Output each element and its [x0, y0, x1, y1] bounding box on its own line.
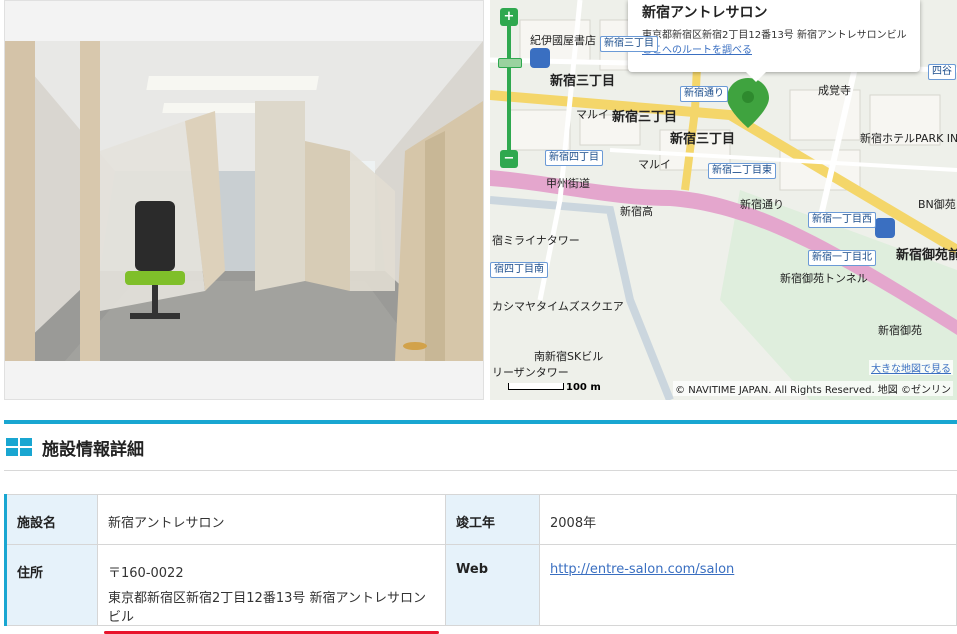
- map-label-yotsuya: 四谷: [928, 64, 956, 80]
- map-label-kashima: カシマヤタイムズスクエア: [492, 300, 624, 313]
- map-label-park-inn: 新宿ホテルPARK INN: [860, 132, 957, 145]
- map-label-seikaku: 成覚寺: [818, 84, 851, 97]
- map-label-tunnel: 新宿御苑トンネル: [780, 272, 868, 285]
- facility-info-table: 施設名 新宿アントレサロン 竣工年 2008年 住所 〒160-0022 東京都…: [4, 494, 957, 634]
- grid-icon: [6, 438, 32, 456]
- name-value: 新宿アントレサロン: [97, 494, 446, 545]
- map-label-bn-gyoen: BN御苑: [918, 198, 956, 211]
- map-label-itchome-nishi: 新宿一丁目西: [808, 212, 876, 228]
- address-value: 東京都新宿区新宿2丁目12番13号 新宿アントレサロンビル: [108, 591, 426, 625]
- map-label-koshu: 甲州街道: [546, 177, 590, 190]
- address-line: 東京都新宿区新宿2丁目12番13号 新宿アントレサロンビル: [104, 587, 439, 634]
- map-label-southern-tower: リーザンタワー: [492, 366, 569, 379]
- map-label-sanchome3: 新宿三丁目: [670, 132, 736, 147]
- section-title: 施設情報詳細: [42, 440, 144, 460]
- route-link[interactable]: ここへのルートを調べる: [642, 41, 752, 56]
- map-label-shinjuku-doori2: 新宿通り: [740, 198, 784, 211]
- map-label-nichome-higashi: 新宿二丁目東: [708, 163, 776, 179]
- facility-photo-frame: [4, 0, 484, 400]
- map-copyright: © NAVITIME JAPAN. All Rights Reserved. 地…: [673, 381, 953, 396]
- web-cell: http://entre-salon.com/salon: [539, 544, 957, 626]
- map-label-itchome-kita: 新宿一丁目北: [808, 250, 876, 266]
- zoom-slider-track[interactable]: [507, 26, 511, 150]
- popup-tail: [746, 72, 766, 82]
- map-label-sanchome: 新宿三丁目: [550, 74, 616, 89]
- map-label-sanchome2: 新宿三丁目: [612, 110, 678, 125]
- map-popup: 新宿アントレサロン 東京都新宿区新宿2丁目12番13号 新宿アントレサロンビル …: [628, 0, 920, 82]
- map-label-shinjuku-doori: 新宿通り: [680, 86, 728, 102]
- address-label: 住所: [4, 544, 98, 626]
- map-label-marui: マルイ: [576, 108, 609, 121]
- web-label: Web: [445, 544, 540, 626]
- map-label-marui2: マルイ: [638, 158, 671, 171]
- zoom-in-button[interactable]: +: [500, 8, 518, 26]
- web-link[interactable]: http://entre-salon.com/salon: [550, 562, 734, 577]
- map-scale-label: 100 m: [566, 382, 601, 393]
- built-label: 竣工年: [445, 494, 540, 545]
- name-label: 施設名: [4, 494, 98, 545]
- popup-title: 新宿アントレサロン: [642, 5, 768, 21]
- popup-address: 東京都新宿区新宿2丁目12番13号 新宿アントレサロンビル: [642, 30, 907, 41]
- map-label-gyoenmae: 新宿御苑前: [896, 248, 957, 263]
- map-scale-bar: [508, 383, 564, 390]
- zoom-slider-handle[interactable]: [498, 58, 522, 68]
- map-label-kinokuniya: 紀伊國屋書店: [530, 34, 596, 47]
- table-row: 施設名 新宿アントレサロン 竣工年 2008年: [4, 494, 957, 545]
- map-label-mirai: 宿ミライナタワー: [492, 234, 580, 247]
- zoom-out-button[interactable]: −: [500, 150, 518, 168]
- map-label-station: 新宿三丁目: [600, 36, 658, 52]
- map-label-minami-sk: 南新宿SKビル: [534, 350, 604, 363]
- section-top-border: [4, 420, 957, 424]
- address-cell: 〒160-0022 東京都新宿区新宿2丁目12番13号 新宿アントレサロンビル: [97, 544, 446, 634]
- location-map[interactable]: 新宿アントレサロン 東京都新宿区新宿2丁目12番13号 新宿アントレサロンビル …: [490, 0, 957, 400]
- zoom-control[interactable]: + −: [498, 8, 522, 168]
- built-value: 2008年: [539, 494, 957, 545]
- map-label-yonchome: 新宿四丁目: [545, 150, 603, 166]
- table-row: 住所 〒160-0022 東京都新宿区新宿2丁目12番13号 新宿アントレサロン…: [4, 544, 957, 634]
- map-label-yonchome-minami: 宿四丁目南: [490, 262, 548, 278]
- map-label-gyoen: 新宿御苑: [878, 324, 922, 337]
- big-map-link[interactable]: 大きな地図で見る: [869, 360, 953, 375]
- section-divider: [4, 470, 957, 471]
- postal-code: 〒160-0022: [108, 566, 184, 581]
- facility-photo: [5, 41, 483, 361]
- map-label-high-school: 新宿高: [620, 205, 653, 218]
